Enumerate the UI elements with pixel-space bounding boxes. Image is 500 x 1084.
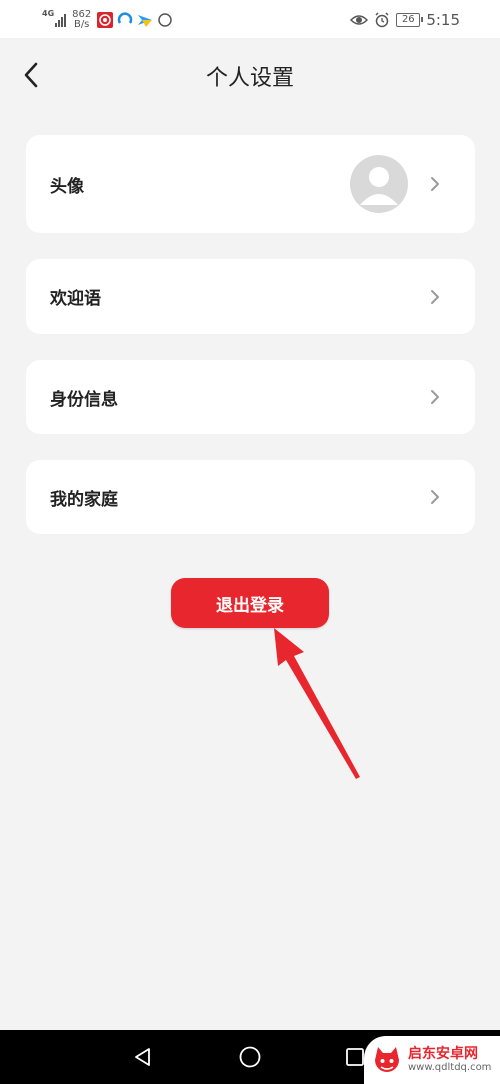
chevron-right-icon — [431, 289, 439, 304]
status-bar: 4G 862 B/s 26 5:15 — [0, 0, 500, 38]
back-triangle-icon — [135, 1048, 150, 1066]
page-title: 个人设置 — [205, 66, 294, 91]
avatar[interactable] — [350, 155, 408, 213]
default-avatar-icon — [360, 167, 398, 205]
settings-item-identity[interactable]: 身份信息 — [26, 360, 475, 434]
chevron-right-icon — [431, 177, 439, 191]
nav-back-button[interactable] — [128, 1042, 158, 1072]
watermark-logo-icon — [375, 1047, 399, 1072]
app-notification-icon — [138, 15, 153, 27]
speed-unit: B/s — [73, 19, 90, 30]
app-notification-icon — [97, 12, 114, 28]
settings-item-avatar[interactable]: 头像 — [26, 135, 475, 233]
settings-item-label: 身份信息 — [50, 389, 118, 410]
sync-icon — [158, 13, 172, 27]
watermark-url: www.qdltdq.com — [408, 1062, 492, 1074]
chevron-right-icon — [431, 390, 439, 404]
eye-icon — [350, 15, 369, 25]
settings-item-label: 我的家庭 — [50, 489, 118, 510]
watermark: 启东安卓网 www.qdltdq.com — [364, 1036, 500, 1084]
logout-button[interactable]: 退出登录 — [171, 578, 329, 628]
annotation-arrow-icon — [274, 628, 360, 779]
signal-icon — [55, 13, 67, 27]
nav-home-button[interactable] — [235, 1042, 265, 1072]
app-notification-icon — [118, 12, 133, 24]
settings-item-label: 欢迎语 — [50, 289, 101, 309]
network-speed: 862 B/s — [72, 10, 91, 30]
home-circle-icon — [239, 1046, 261, 1068]
status-left-group: 4G 862 B/s — [42, 6, 177, 34]
status-right-group: 26 5:15 — [350, 8, 460, 32]
watermark-text: 启东安卓网 www.qdltdq.com — [408, 1045, 492, 1074]
status-time: 5:15 — [426, 11, 460, 29]
alarm-icon — [375, 12, 389, 28]
chevron-right-icon — [431, 490, 439, 504]
settings-item-family[interactable]: 我的家庭 — [26, 460, 475, 534]
header: 个人设置 — [0, 38, 500, 112]
battery-icon: 26 — [396, 13, 424, 27]
settings-item-greeting[interactable]: 欢迎语 — [26, 259, 475, 334]
network-type: 4G — [42, 9, 55, 18]
settings-item-label: 头像 — [50, 176, 84, 197]
recents-square-icon — [346, 1048, 364, 1066]
watermark-name: 启东安卓网 — [408, 1045, 478, 1062]
